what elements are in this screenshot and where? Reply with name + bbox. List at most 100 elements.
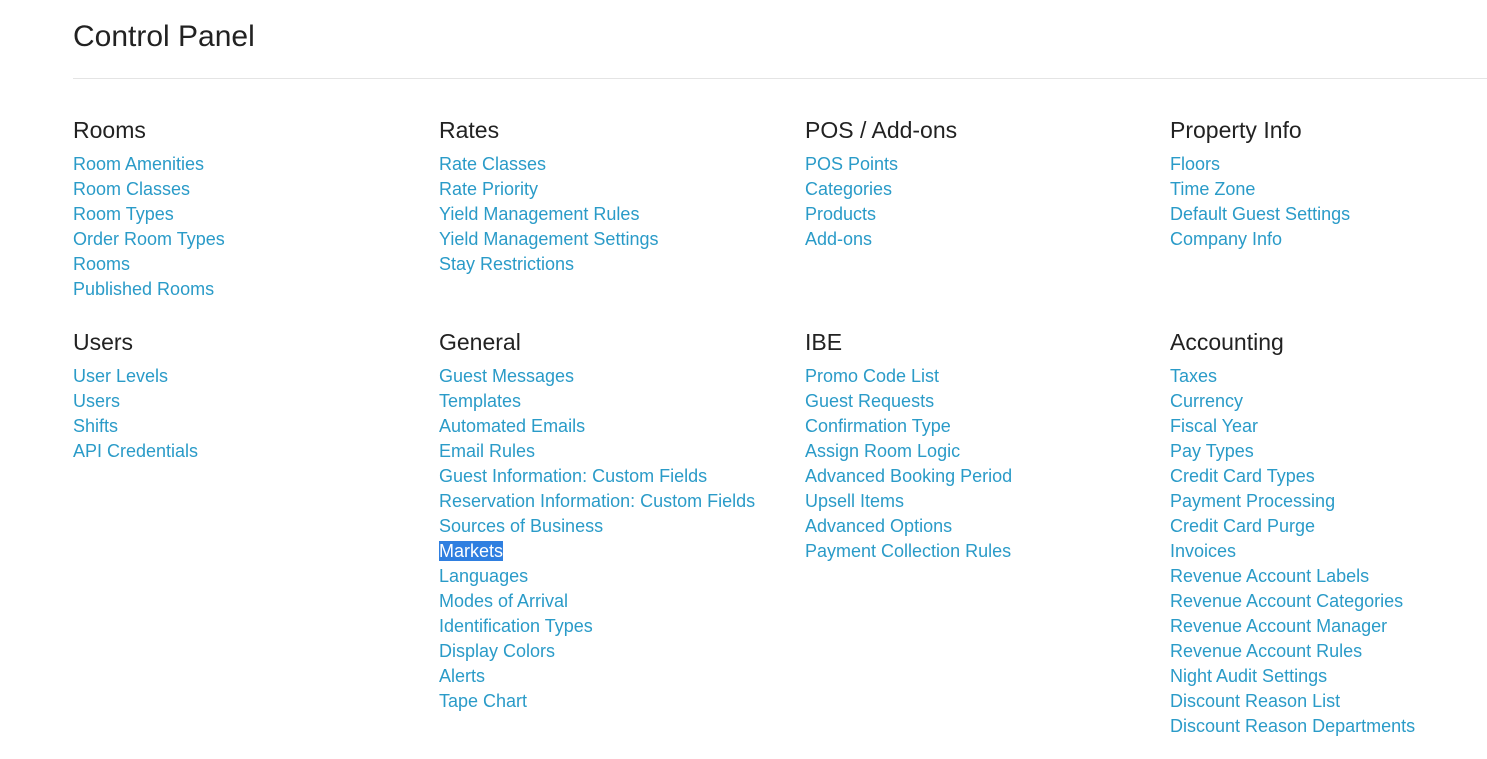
link-sources-of-business[interactable]: Sources of Business xyxy=(439,516,603,536)
link-default-guest-settings[interactable]: Default Guest Settings xyxy=(1170,204,1350,224)
list-item: Assign Room Logic xyxy=(805,439,1012,464)
link-company-info[interactable]: Company Info xyxy=(1170,229,1282,249)
link-revenue-account-categories[interactable]: Revenue Account Categories xyxy=(1170,591,1403,611)
link-credit-card-types[interactable]: Credit Card Types xyxy=(1170,466,1315,486)
list-item: Identification Types xyxy=(439,614,755,639)
link-identification-types[interactable]: Identification Types xyxy=(439,616,593,636)
link-guest-requests[interactable]: Guest Requests xyxy=(805,391,934,411)
link-user-levels[interactable]: User Levels xyxy=(73,366,168,386)
link-discount-reason-list[interactable]: Discount Reason List xyxy=(1170,691,1340,711)
list-item: Payment Processing xyxy=(1170,489,1415,514)
link-invoices[interactable]: Invoices xyxy=(1170,541,1236,561)
link-assign-room-logic[interactable]: Assign Room Logic xyxy=(805,441,960,461)
link-rooms[interactable]: Rooms xyxy=(73,254,130,274)
list-item: Floors xyxy=(1170,152,1350,177)
section-title-property-info: Property Info xyxy=(1170,117,1302,143)
link-taxes[interactable]: Taxes xyxy=(1170,366,1217,386)
list-item: Time Zone xyxy=(1170,177,1350,202)
link-add-ons[interactable]: Add-ons xyxy=(805,229,872,249)
list-item: Night Audit Settings xyxy=(1170,664,1415,689)
list-item: Advanced Booking Period xyxy=(805,464,1012,489)
list-item: Automated Emails xyxy=(439,414,755,439)
list-item: Company Info xyxy=(1170,227,1350,252)
link-discount-reason-departments[interactable]: Discount Reason Departments xyxy=(1170,716,1415,736)
section-ibe: IBE Promo Code List Guest Requests Confirm… xyxy=(805,327,1012,564)
list-item: Discount Reason List xyxy=(1170,689,1415,714)
link-published-rooms[interactable]: Published Rooms xyxy=(73,279,214,299)
link-pay-types[interactable]: Pay Types xyxy=(1170,441,1254,461)
list-item: Published Rooms xyxy=(73,277,225,302)
section-title-accounting: Accounting xyxy=(1170,329,1284,355)
rates-link-list: Rate Classes Rate Priority Yield Managemen… xyxy=(439,152,658,277)
link-automated-emails[interactable]: Automated Emails xyxy=(439,416,585,436)
section-users: Users User Levels Users Shifts API Credenti… xyxy=(73,327,198,464)
link-room-classes[interactable]: Room Classes xyxy=(73,179,190,199)
link-products[interactable]: Products xyxy=(805,204,876,224)
link-room-amenities[interactable]: Room Amenities xyxy=(73,154,204,174)
link-guest-information-custom-fields[interactable]: Guest Information: Custom Fields xyxy=(439,466,707,486)
link-upsell-items[interactable]: Upsell Items xyxy=(805,491,904,511)
link-tape-chart[interactable]: Tape Chart xyxy=(439,691,527,711)
link-currency[interactable]: Currency xyxy=(1170,391,1243,411)
list-item: Categories xyxy=(805,177,957,202)
list-item: Revenue Account Manager xyxy=(1170,614,1415,639)
link-reservation-information-custom-fields[interactable]: Reservation Information: Custom Fields xyxy=(439,491,755,511)
list-item: Rate Priority xyxy=(439,177,658,202)
link-users[interactable]: Users xyxy=(73,391,120,411)
users-link-list: User Levels Users Shifts API Credentials xyxy=(73,364,198,464)
link-display-colors[interactable]: Display Colors xyxy=(439,641,555,661)
list-item: Currency xyxy=(1170,389,1415,414)
link-revenue-account-manager[interactable]: Revenue Account Manager xyxy=(1170,616,1387,636)
list-item: Add-ons xyxy=(805,227,957,252)
section-pos-add-ons: POS / Add-ons POS Points Categories Produc… xyxy=(805,115,957,252)
list-item: Rate Classes xyxy=(439,152,658,177)
link-pos-points[interactable]: POS Points xyxy=(805,154,898,174)
link-markets[interactable]: Markets xyxy=(439,541,504,561)
link-payment-processing[interactable]: Payment Processing xyxy=(1170,491,1335,511)
link-advanced-booking-period[interactable]: Advanced Booking Period xyxy=(805,466,1012,486)
section-property-info: Property Info Floors Time Zone Default Gue… xyxy=(1170,115,1350,252)
link-fiscal-year[interactable]: Fiscal Year xyxy=(1170,416,1258,436)
list-item: Credit Card Types xyxy=(1170,464,1415,489)
link-confirmation-type[interactable]: Confirmation Type xyxy=(805,416,951,436)
link-advanced-options[interactable]: Advanced Options xyxy=(805,516,952,536)
link-promo-code-list[interactable]: Promo Code List xyxy=(805,366,939,386)
link-night-audit-settings[interactable]: Night Audit Settings xyxy=(1170,666,1327,686)
list-item: Fiscal Year xyxy=(1170,414,1415,439)
link-payment-collection-rules[interactable]: Payment Collection Rules xyxy=(805,541,1011,561)
link-revenue-account-labels[interactable]: Revenue Account Labels xyxy=(1170,566,1369,586)
section-accounting: Accounting Taxes Currency Fiscal Year Pay T… xyxy=(1170,327,1415,739)
link-templates[interactable]: Templates xyxy=(439,391,521,411)
section-title-ibe: IBE xyxy=(805,329,843,355)
link-stay-restrictions[interactable]: Stay Restrictions xyxy=(439,254,574,274)
link-time-zone[interactable]: Time Zone xyxy=(1170,179,1255,199)
link-rate-classes[interactable]: Rate Classes xyxy=(439,154,546,174)
list-item: API Credentials xyxy=(73,439,198,464)
link-yield-management-rules[interactable]: Yield Management Rules xyxy=(439,204,639,224)
link-floors[interactable]: Floors xyxy=(1170,154,1220,174)
list-item: Rooms xyxy=(73,252,225,277)
link-yield-management-settings[interactable]: Yield Management Settings xyxy=(439,229,658,249)
link-guest-messages[interactable]: Guest Messages xyxy=(439,366,574,386)
link-api-credentials[interactable]: API Credentials xyxy=(73,441,198,461)
list-item: Yield Management Settings xyxy=(439,227,658,252)
list-item: Revenue Account Labels xyxy=(1170,564,1415,589)
list-item: Invoices xyxy=(1170,539,1415,564)
link-credit-card-purge[interactable]: Credit Card Purge xyxy=(1170,516,1315,536)
link-order-room-types[interactable]: Order Room Types xyxy=(73,229,225,249)
section-rooms: Rooms Room Amenities Room Classes Room Typ… xyxy=(73,115,225,302)
link-shifts[interactable]: Shifts xyxy=(73,416,118,436)
link-categories[interactable]: Categories xyxy=(805,179,892,199)
link-room-types[interactable]: Room Types xyxy=(73,204,174,224)
list-item: Order Room Types xyxy=(73,227,225,252)
link-modes-of-arrival[interactable]: Modes of Arrival xyxy=(439,591,568,611)
link-alerts[interactable]: Alerts xyxy=(439,666,485,686)
link-rate-priority[interactable]: Rate Priority xyxy=(439,179,538,199)
link-email-rules[interactable]: Email Rules xyxy=(439,441,535,461)
link-languages[interactable]: Languages xyxy=(439,566,528,586)
section-general: General Guest Messages Templates Automated… xyxy=(439,327,755,714)
section-title-general: General xyxy=(439,329,521,355)
list-item: Alerts xyxy=(439,664,755,689)
link-revenue-account-rules[interactable]: Revenue Account Rules xyxy=(1170,641,1362,661)
list-item: Room Types xyxy=(73,202,225,227)
